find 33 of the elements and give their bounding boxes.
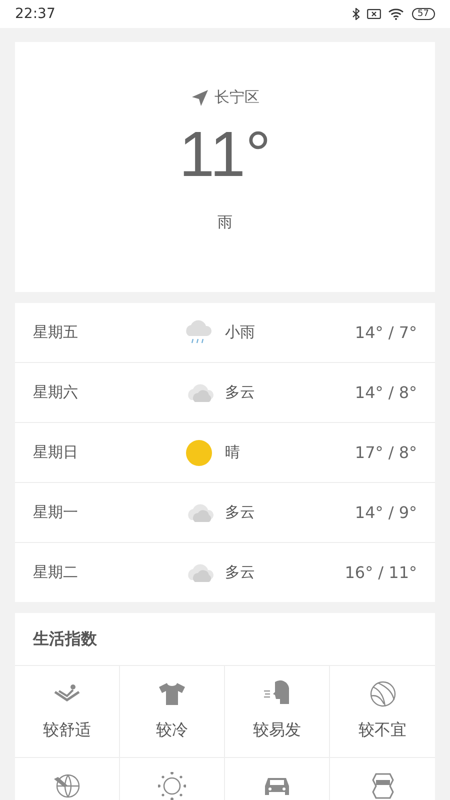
index-label: 较易发 bbox=[253, 720, 301, 741]
forecast-condition: 多云 bbox=[225, 563, 255, 582]
wifi-icon bbox=[388, 8, 405, 20]
temperature-range: 17° / 8° bbox=[354, 443, 417, 462]
location-name: 长宁区 bbox=[214, 88, 260, 107]
globe-plane-icon bbox=[53, 772, 81, 800]
day-name: 星期二 bbox=[33, 563, 79, 582]
section-title: 生活指数 bbox=[15, 613, 435, 666]
forecast-condition: 多云 bbox=[225, 503, 255, 522]
t-shirt-icon bbox=[158, 680, 186, 708]
location-arrow-icon bbox=[190, 88, 208, 106]
forecast-condition: 小雨 bbox=[225, 323, 255, 342]
day-name: 星期五 bbox=[33, 323, 79, 342]
index-label: 较冷 bbox=[156, 720, 188, 741]
battery-level: 57 bbox=[412, 8, 435, 20]
day-name: 星期六 bbox=[33, 383, 79, 402]
temperature-range: 14° / 9° bbox=[354, 503, 417, 522]
bluetooth-icon bbox=[352, 8, 360, 20]
forecast-condition: 多云 bbox=[225, 383, 255, 402]
status-time: 22:37 bbox=[15, 6, 56, 22]
index-label: 较不宜 bbox=[358, 720, 406, 741]
day-name: 星期一 bbox=[33, 503, 79, 522]
basketball-icon bbox=[368, 680, 396, 708]
current-temperature: 11° bbox=[178, 119, 272, 189]
current-condition: 雨 bbox=[218, 213, 232, 232]
temperature-range: 16° / 11° bbox=[344, 563, 417, 582]
day-name: 星期日 bbox=[33, 443, 79, 462]
forecast-condition: 晴 bbox=[225, 443, 240, 462]
uv-sun-icon bbox=[158, 772, 186, 800]
no-sim-icon bbox=[366, 9, 381, 19]
index-label: 较舒适 bbox=[43, 720, 91, 741]
temperature-range: 14° / 7° bbox=[354, 323, 417, 342]
temperature-range: 14° / 8° bbox=[354, 383, 417, 402]
